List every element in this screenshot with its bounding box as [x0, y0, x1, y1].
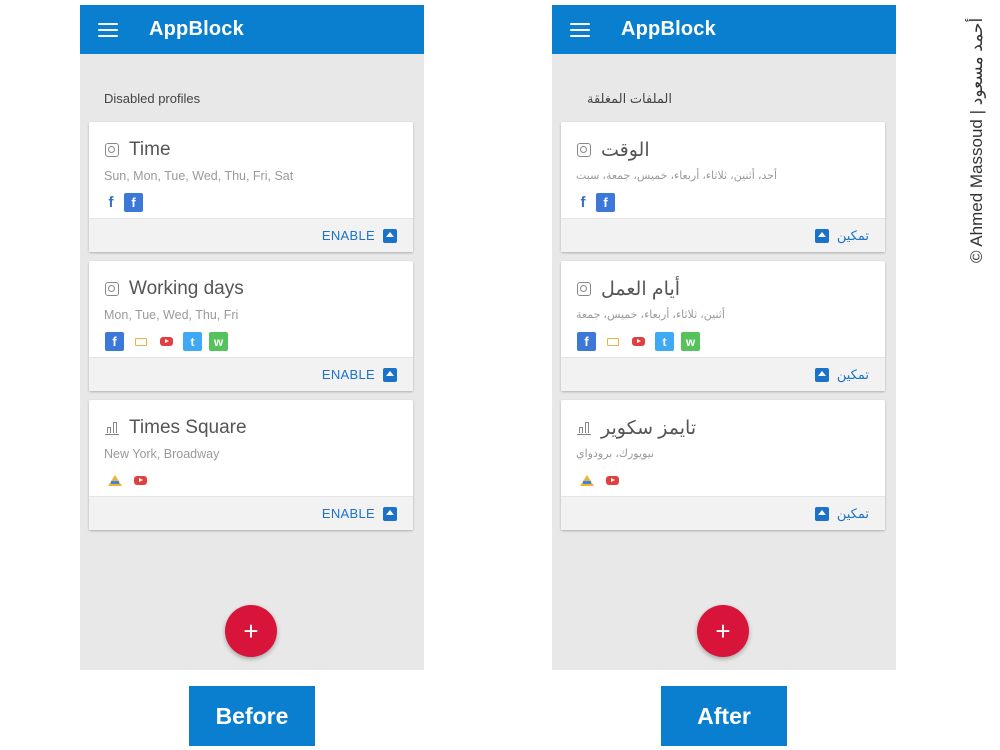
blocked-apps: f f [105, 193, 143, 212]
profile-card-working-days[interactable]: أيام العمل أثنين، ثلاثاء، أربعاء، خميس، … [561, 261, 885, 391]
twitter-icon: t [183, 332, 202, 351]
youtube-icon [603, 471, 622, 490]
profile-days: أحد، أثنين، ثلاثاء، أربعاء، خميس، جمعة، … [576, 170, 778, 182]
facebook-icon: f [580, 194, 586, 211]
enable-icon [814, 368, 829, 382]
profile-card-time[interactable]: الوقت أحد، أثنين، ثلاثاء، أربعاء، خميس، … [561, 122, 885, 252]
profile-card-time[interactable]: Time Sun, Mon, Tue, Wed, Thu, Fri, Sat f… [89, 122, 413, 252]
facebook-square-icon: f [124, 193, 143, 212]
profile-name: الوقت [601, 140, 650, 161]
profile-days: Mon, Tue, Wed, Thu, Fri [104, 308, 239, 322]
card-actions: ENABLE [89, 218, 413, 252]
clock-icon [105, 282, 119, 296]
card-actions: تمكين [561, 218, 885, 252]
facebook-icon: f [108, 194, 114, 211]
profile-location: New York, Broadway [104, 447, 220, 461]
app-bar: AppBlock [80, 5, 424, 54]
profile-location: نيويورك، برودواي [576, 448, 655, 460]
blocked-apps [105, 471, 150, 490]
blocked-apps [577, 471, 622, 490]
profile-name: أيام العمل [601, 279, 681, 300]
profile-days: Sun, Mon, Tue, Wed, Thu, Fri, Sat [104, 169, 294, 183]
google-drive-icon [577, 471, 596, 490]
app-title: AppBlock [621, 18, 716, 40]
profile-card-working-days[interactable]: Working days Mon, Tue, Wed, Thu, Fri f t… [89, 261, 413, 391]
facebook-square-icon: f [105, 332, 124, 351]
place-icon [577, 421, 591, 435]
enable-icon [383, 506, 397, 521]
card-actions: تمكين [561, 357, 885, 391]
enable-label: ENABLE [321, 506, 375, 521]
section-title: Disabled profiles [104, 91, 201, 106]
profile-card-times-square[interactable]: تايمز سكوير نيويورك، برودواي تمكين [561, 400, 885, 530]
blocked-apps: f t w [577, 332, 700, 351]
enable-button[interactable]: تمكين [814, 228, 869, 244]
card-actions: ENABLE [89, 496, 413, 530]
phone-after: AppBlock الملفات المغلقة الوقت أحد، أثني… [552, 5, 896, 670]
profile-name: تايمز سكوير [601, 418, 697, 439]
enable-label: ENABLE [321, 228, 375, 243]
blocked-apps: f t w [105, 332, 228, 351]
card-actions: ENABLE [89, 357, 413, 391]
gmail-icon [131, 332, 150, 351]
enable-button[interactable]: ENABLE [322, 228, 397, 243]
menu-icon[interactable] [98, 22, 118, 37]
enable-icon [383, 228, 397, 243]
twitter-icon: t [655, 332, 674, 351]
facebook-square-icon: f [596, 193, 615, 212]
after-label: After [661, 686, 787, 746]
youtube-icon [157, 332, 176, 351]
profile-card-body: Working days Mon, Tue, Wed, Thu, Fri f t… [89, 261, 413, 357]
enable-label: تمكين [836, 228, 869, 243]
phone-before: AppBlock Disabled profiles Time Sun, Mon… [80, 5, 424, 670]
enable-icon [814, 229, 829, 243]
card-actions: تمكين [561, 496, 885, 530]
menu-icon[interactable] [570, 22, 590, 37]
enable-button[interactable]: تمكين [814, 506, 869, 522]
profile-name: Times Square [129, 417, 247, 438]
enable-button[interactable]: ENABLE [322, 367, 397, 382]
app-title: AppBlock [149, 18, 244, 40]
profile-card-body: أيام العمل أثنين، ثلاثاء، أربعاء، خميس، … [561, 261, 885, 357]
enable-button[interactable]: تمكين [814, 367, 869, 383]
profile-name: Working days [129, 278, 244, 299]
app-bar: AppBlock [552, 5, 896, 54]
facebook-square-icon: f [577, 332, 596, 351]
enable-label: ENABLE [321, 367, 375, 382]
profile-card-body: تايمز سكوير نيويورك، برودواي [561, 400, 885, 496]
add-profile-button[interactable]: + [225, 605, 277, 657]
clock-icon [577, 143, 591, 157]
whatsapp-icon: w [681, 332, 700, 351]
profile-card-body: Time Sun, Mon, Tue, Wed, Thu, Fri, Sat f… [89, 122, 413, 218]
enable-icon [383, 367, 397, 382]
clock-icon [577, 282, 591, 296]
profile-card-body: الوقت أحد، أثنين، ثلاثاء، أربعاء، خميس، … [561, 122, 885, 218]
place-icon [105, 421, 119, 435]
enable-button[interactable]: ENABLE [322, 506, 397, 521]
blocked-apps: f f [577, 193, 615, 212]
gmail-icon [603, 332, 622, 351]
youtube-icon [131, 471, 150, 490]
credit-text: © Ahmed Massoud | أحمد مسعود [967, 17, 986, 263]
section-title: الملفات المغلقة [587, 91, 672, 106]
profile-name: Time [129, 139, 171, 160]
profile-days: أثنين، ثلاثاء، أربعاء، خميس، جمعة [576, 309, 725, 321]
whatsapp-icon: w [209, 332, 228, 351]
enable-label: تمكين [836, 367, 869, 382]
profile-card-body: Times Square New York, Broadway [89, 400, 413, 496]
youtube-icon [629, 332, 648, 351]
google-drive-icon [105, 471, 124, 490]
before-label: Before [189, 686, 315, 746]
add-profile-button[interactable]: + [697, 605, 749, 657]
enable-label: تمكين [836, 506, 869, 521]
enable-icon [814, 507, 829, 521]
clock-icon [105, 143, 119, 157]
profile-card-times-square[interactable]: Times Square New York, Broadway ENABLE [89, 400, 413, 530]
